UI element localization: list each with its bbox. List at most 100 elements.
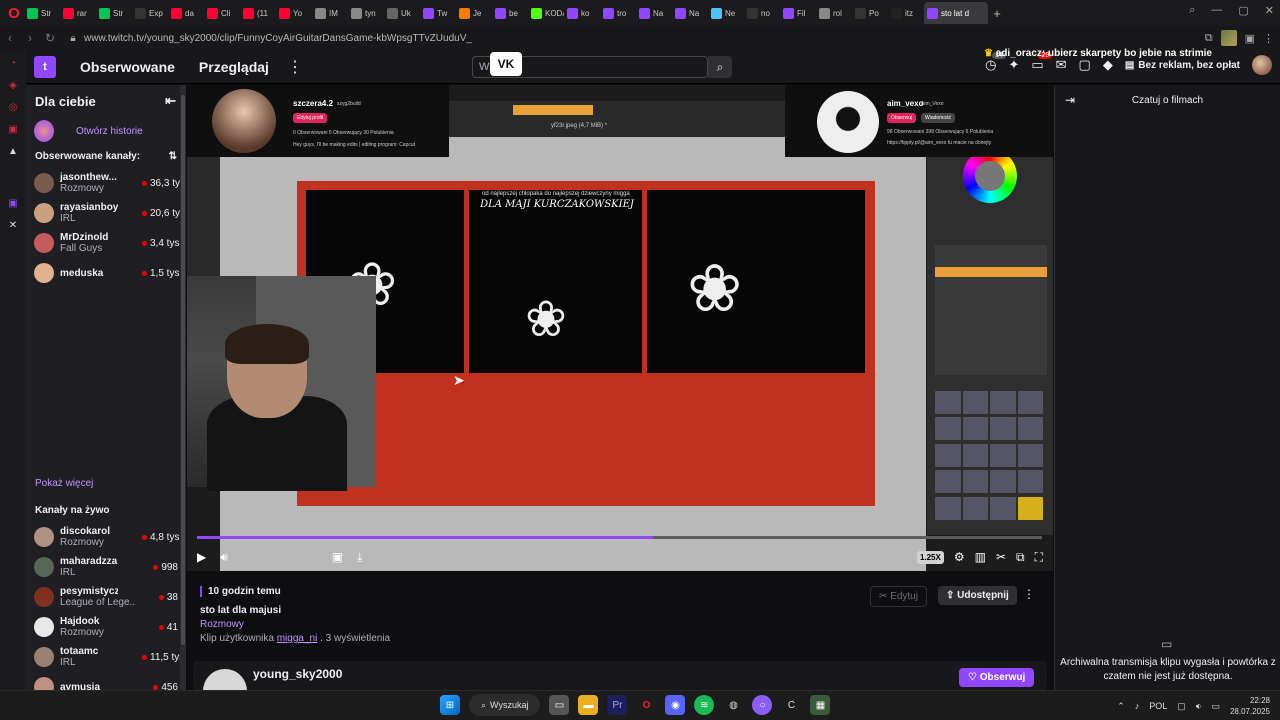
twitch-logo-icon[interactable]: t (34, 55, 56, 78)
notifications-icon[interactable]: ▭ 29 (1031, 52, 1053, 73)
video-player[interactable]: yf23r.jpeg (4,7 MiB) * od najlepszej chł… (187, 85, 1053, 571)
nav-browse[interactable]: Przeglądaj (199, 59, 269, 75)
channel-row[interactable]: Hajdook Rozmowy 41 (26, 612, 186, 642)
no-ads-button[interactable]: ▤ Bez reklam, bez opłat (1125, 60, 1240, 71)
battery-icon[interactable]: ▭ (1211, 701, 1220, 712)
extensions-icon[interactable]: ⧉ (1205, 32, 1213, 45)
discord-icon[interactable]: ◉ (665, 695, 686, 715)
edit-clip-button[interactable]: ✂ Edytuj (870, 586, 927, 607)
network-icon[interactable]: ▢ (1177, 701, 1186, 712)
back-icon[interactable]: ‹ (0, 31, 20, 45)
browser-tab[interactable]: ko (564, 2, 600, 24)
clip-more-icon[interactable]: ⋮ (1023, 587, 1035, 601)
whispers-icon[interactable]: ▢ (1079, 57, 1091, 73)
channel-row[interactable]: jasonthew... Rozmowy 36,3 tys. (26, 168, 186, 198)
channel-row[interactable]: pesymistyczny...League of Lege... 38 (26, 582, 186, 612)
show-more-link[interactable]: Pokaż więcej (26, 478, 186, 489)
download-icon[interactable]: ⤓ (357, 550, 362, 565)
language-indicator[interactable]: POL (1149, 701, 1167, 711)
taskbar-search[interactable]: ⌕ Wyszukaj (469, 694, 541, 716)
opera-taskbar-icon[interactable]: O (636, 695, 656, 715)
channel-row[interactable]: rayasianboy IRL 20,6 tys. (26, 198, 186, 228)
camera-icon[interactable]: ▣ (332, 550, 343, 564)
browser-tab[interactable]: Str (96, 2, 132, 24)
calculator-icon[interactable]: ▦ (810, 695, 831, 715)
browser-tab[interactable]: Ne (708, 2, 744, 24)
microphone-icon[interactable]: ♪ (1135, 701, 1140, 711)
browser-tab[interactable]: Exp (132, 2, 168, 24)
browser-tab[interactable]: (11 (240, 2, 276, 24)
app-icon-c[interactable]: C (781, 695, 801, 715)
url-field[interactable]: www.twitch.tv/young_sky2000/clip/FunnyCo… (84, 33, 472, 44)
theatre-mode-icon[interactable]: ▥ (975, 550, 986, 564)
open-stories-link[interactable]: Otwórz historie (76, 126, 143, 137)
browser-tab[interactable]: itz (888, 2, 924, 24)
task-view-icon[interactable]: ▭ (549, 695, 570, 715)
maximize-icon[interactable]: ▢ (1238, 4, 1248, 17)
aria-icon[interactable]: ▲ (6, 144, 20, 158)
forward-icon[interactable]: › (20, 31, 40, 45)
browser-tab[interactable]: rar (60, 2, 96, 24)
twitch-side-icon[interactable]: ▣ (6, 196, 20, 210)
channel-row[interactable]: discokarol Rozmowy 4,8 tys. (26, 522, 186, 552)
browser-tab[interactable]: tyn (348, 2, 384, 24)
collapse-sidebar-icon[interactable]: ⇤ (165, 93, 176, 109)
new-tab-button[interactable]: + (988, 6, 1006, 21)
browser-tab[interactable]: be (492, 2, 528, 24)
drops-icon[interactable]: ◷ 14 (985, 52, 1006, 73)
taskbar-clock[interactable]: 22:28 28.07.2025 (1230, 695, 1270, 717)
browser-tab[interactable]: Uk (384, 2, 420, 24)
app-icon-purple[interactable]: ○ (752, 695, 773, 715)
channel-row[interactable]: aymusia 456 (26, 672, 186, 690)
inbox-icon[interactable]: ✉ (1056, 57, 1067, 73)
fullscreen-icon[interactable]: ⛶ (1035, 550, 1043, 565)
follow-button[interactable]: ♡ Obserwuj (959, 668, 1035, 687)
social-icon[interactable]: ◈ (6, 78, 20, 92)
speaker-icon[interactable]: 🔉︎ (1196, 701, 1202, 712)
browser-tab[interactable]: Na (636, 2, 672, 24)
browser-tab[interactable]: Yo (276, 2, 312, 24)
lock-icon[interactable]: 🔒︎ (66, 33, 80, 44)
search-icon[interactable]: ⌕ (708, 56, 732, 78)
instagram-icon[interactable]: ◎ (6, 100, 20, 114)
pip-icon[interactable]: ⧉ (1016, 550, 1025, 565)
browser-tab[interactable]: rol (816, 2, 852, 24)
browser-tab[interactable]: Str (24, 2, 60, 24)
reload-icon[interactable]: ↻ (40, 31, 60, 45)
file-explorer-icon[interactable]: ▬ (578, 695, 599, 715)
settings-gear-icon[interactable]: ⚙ (954, 550, 965, 564)
channel-row[interactable]: MrDzinold Fall Guys 3,4 tys. (26, 228, 186, 258)
browser-tab[interactable]: Po (852, 2, 888, 24)
close-icon[interactable]: ✕ (1265, 4, 1274, 17)
seek-bar[interactable] (197, 536, 1042, 539)
stories-row[interactable]: Otwórz historie (26, 117, 186, 145)
tab-active[interactable]: sto lat d (924, 2, 988, 24)
user-avatar[interactable] (1252, 55, 1272, 75)
browser-tab[interactable]: Fil (780, 2, 816, 24)
profile-extension-icon[interactable] (1220, 30, 1237, 46)
minimize-icon[interactable]: — (1211, 4, 1222, 17)
prime-icon[interactable]: ◆ (1103, 57, 1113, 73)
x-side-icon[interactable]: ✕ (6, 218, 20, 232)
browser-tab[interactable]: Je (456, 2, 492, 24)
browser-tab[interactable]: Na (672, 2, 708, 24)
volume-icon[interactable]: 🔊︎ (220, 550, 228, 565)
channel-name[interactable]: young_sky2000 (253, 667, 342, 681)
app-icon[interactable]: ▣ (6, 122, 20, 136)
menu-icon[interactable]: ⋮ (1263, 32, 1274, 45)
playback-speed-button[interactable]: 1.25X (916, 550, 944, 564)
tray-chevron-icon[interactable]: ⌃ (1117, 701, 1125, 712)
search-tabs-icon[interactable]: ⌕ (1189, 4, 1195, 17)
clip-icon[interactable]: ✂ (996, 550, 1006, 564)
bits-icon[interactable]: ✦ (1008, 57, 1019, 73)
browser-tab[interactable]: IM (312, 2, 348, 24)
browser-tab[interactable]: no (744, 2, 780, 24)
app-icon-circle[interactable]: ◍ (723, 695, 743, 715)
channel-row[interactable]: meduska 1,5 tys. (26, 258, 186, 288)
browser-tab[interactable]: tro (600, 2, 636, 24)
browser-tab[interactable]: Cli (204, 2, 240, 24)
browser-tab[interactable]: KODAS (528, 2, 564, 24)
more-options-icon[interactable]: ⋮ (287, 57, 303, 77)
premiere-icon[interactable]: Pr (607, 695, 628, 715)
browser-tab[interactable]: Tw (420, 2, 456, 24)
